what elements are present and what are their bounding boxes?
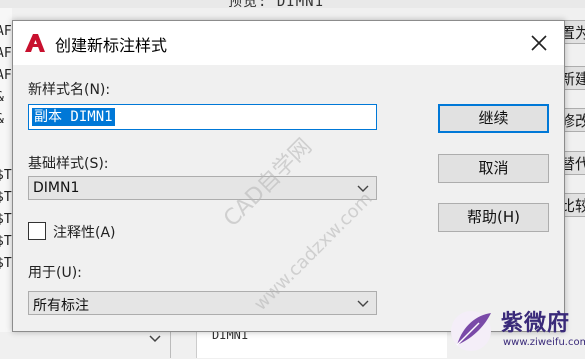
- close-button[interactable]: [523, 29, 555, 57]
- title-bar[interactable]: 创建新标注样式: [13, 21, 564, 65]
- style-list-item: $T: [0, 256, 12, 271]
- brand-watermark: 紫微府 www.ziweifu.com: [445, 303, 585, 358]
- brand-url: www.ziweifu.com: [503, 337, 585, 348]
- use-for-label: 用于(U):: [28, 265, 82, 281]
- chevron-down-icon[interactable]: [148, 332, 162, 350]
- style-list-item: $T: [0, 190, 12, 205]
- close-icon: [531, 35, 547, 51]
- feather-logo-icon: [445, 303, 497, 355]
- style-list-item: &: [0, 112, 4, 127]
- autocad-logo-icon: [24, 33, 46, 53]
- use-for-value: 所有标注: [33, 298, 89, 314]
- style-list-item: AF: [0, 24, 12, 39]
- use-for-dropdown[interactable]: 所有标注: [28, 291, 377, 315]
- base-style-label: 基础样式(S):: [28, 156, 109, 172]
- create-dimension-style-dialog: 创建新标注样式 新样式名(N): 副本 DIMN1 基础样式(S): DIMN1…: [12, 20, 565, 332]
- chevron-down-icon: [356, 181, 370, 195]
- help-button[interactable]: 帮助(H): [438, 203, 549, 232]
- style-list-item: $T: [0, 168, 12, 183]
- annotative-checkbox[interactable]: [28, 222, 46, 240]
- parent-style-list: AF AF AF & & $T $T $T $T $T: [0, 8, 12, 358]
- annotative-label: 注释性(A): [53, 225, 116, 241]
- style-list-item: $T: [0, 234, 12, 249]
- new-style-name-input[interactable]: 副本 DIMN1: [28, 104, 377, 130]
- style-list-item: $T: [0, 212, 12, 227]
- chevron-down-icon: [356, 296, 370, 310]
- brand-name: 紫微府: [501, 311, 571, 336]
- style-list-item: AF: [0, 46, 12, 61]
- dialog-title: 创建新标注样式: [55, 36, 168, 55]
- divider: [170, 332, 171, 358]
- base-style-value: DIMN1: [33, 180, 80, 196]
- base-style-dropdown[interactable]: DIMN1: [28, 176, 377, 200]
- new-style-name-value: 副本 DIMN1: [32, 108, 115, 126]
- style-list-item: &: [0, 90, 4, 105]
- style-list-item: AF: [0, 68, 12, 83]
- continue-button[interactable]: 继续: [438, 104, 549, 133]
- preview-label: 预览: DIMN1: [228, 0, 325, 10]
- new-style-name-label: 新样式名(N):: [28, 82, 111, 98]
- parent-window-top: 预览: DIMN1: [0, 0, 585, 10]
- cancel-button[interactable]: 取消: [438, 154, 549, 183]
